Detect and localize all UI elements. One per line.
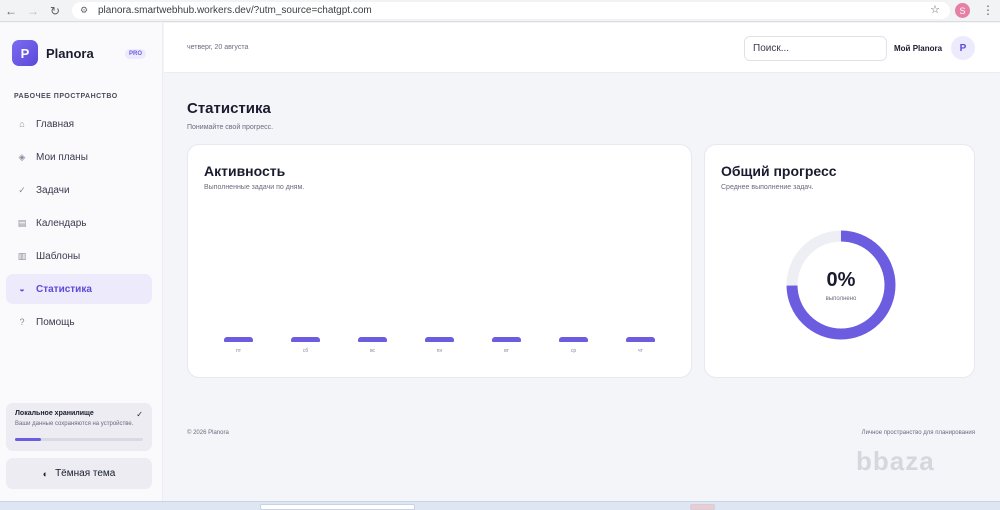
check-icon: ✓ bbox=[136, 410, 143, 419]
brand[interactable]: P Planora bbox=[12, 40, 94, 66]
storage-progress-bar bbox=[15, 438, 143, 441]
sidebar-nav: ⌂ Главная ◈ Мои планы ✓ Задачи ▤ Календа… bbox=[6, 109, 152, 340]
search-input[interactable] bbox=[744, 36, 887, 61]
sidebar-item-label: Шаблоны bbox=[36, 250, 81, 262]
browser-toolbar: ← → ↻ ⚙ planora.smartwebhub.workers.dev/… bbox=[0, 0, 1000, 22]
top-bar: четверг, 20 августа Мой Planora P bbox=[164, 23, 1000, 73]
user-name[interactable]: Мой Planora bbox=[894, 44, 942, 53]
activity-title: Активность bbox=[204, 163, 286, 179]
forward-icon[interactable]: → bbox=[22, 0, 44, 22]
activity-day-label: пт bbox=[236, 348, 241, 354]
chart-icon: ◒ bbox=[19, 284, 25, 294]
activity-day-label: вс bbox=[369, 348, 376, 354]
activity-day-label: чт bbox=[638, 348, 643, 354]
progress-title: Общий прогресс bbox=[721, 163, 837, 179]
address-url: planora.smartwebhub.workers.dev/?utm_sou… bbox=[98, 5, 372, 16]
activity-day-label: пн bbox=[436, 348, 443, 354]
activity-day-label: сб bbox=[302, 348, 309, 354]
progress-subtitle: Среднее выполнение задач. bbox=[721, 184, 814, 191]
overall-progress-card: Общий прогресс Среднее выполнение задач.… bbox=[704, 144, 975, 378]
diamond-icon: ◈ bbox=[18, 151, 26, 162]
home-icon: ⌂ bbox=[19, 119, 25, 129]
address-bar[interactable]: ⚙ planora.smartwebhub.workers.dev/?utm_s… bbox=[72, 2, 950, 19]
calendar-icon: ▤ bbox=[17, 217, 27, 228]
taskbar-item[interactable] bbox=[690, 504, 715, 510]
sidebar-item-home[interactable]: ⌂ Главная bbox=[6, 109, 152, 139]
storage-title: Локальное хранилище bbox=[15, 410, 94, 417]
footer-copyright: © 2026 Planora bbox=[187, 430, 229, 436]
template-icon: ▥ bbox=[17, 250, 27, 261]
sidebar-item-help[interactable]: ? Помощь bbox=[6, 307, 152, 337]
activity-bar-0 bbox=[224, 337, 253, 342]
sidebar-item-label: Главная bbox=[36, 118, 75, 130]
sidebar-item-plans[interactable]: ◈ Мои планы bbox=[6, 142, 152, 172]
dark-theme-label: Тёмная тема bbox=[55, 468, 116, 479]
brand-name: Planora bbox=[46, 45, 94, 61]
sidebar: P Planora PRO РАБОЧЕЕ ПРОСТРАНСТВО ⌂ Гла… bbox=[0, 23, 163, 501]
sidebar-item-calendar[interactable]: ▤ Календарь bbox=[6, 208, 152, 238]
sidebar-item-label: Статистика bbox=[36, 283, 92, 295]
footer-tagline: Личное пространство для планирования bbox=[861, 430, 975, 436]
activity-bar-3 bbox=[425, 337, 454, 342]
activity-day-label: вт bbox=[504, 348, 509, 354]
watermark: bbaza bbox=[856, 446, 935, 476]
sidebar-item-label: Календарь bbox=[36, 217, 87, 229]
progress-value: 0% bbox=[826, 269, 856, 291]
activity-subtitle: Выполненные задачи по дням. bbox=[204, 184, 305, 191]
current-date: четверг, 20 августа bbox=[187, 44, 249, 51]
sidebar-item-templates[interactable]: ▥ Шаблоны bbox=[6, 241, 152, 271]
reload-icon[interactable]: ↻ bbox=[44, 0, 66, 22]
check-icon: ✓ bbox=[18, 184, 26, 195]
help-icon: ? bbox=[19, 317, 25, 327]
browser-menu-icon[interactable]: ⋮ bbox=[982, 3, 994, 17]
storage-description: Ваши данные сохраняются на устройстве. bbox=[15, 421, 134, 427]
page-subtitle: Понимайте свой прогресс. bbox=[187, 124, 274, 131]
sidebar-item-tasks[interactable]: ✓ Задачи bbox=[6, 175, 152, 205]
activity-bar-2 bbox=[358, 337, 387, 342]
site-info-icon[interactable]: ⚙ bbox=[80, 5, 92, 16]
sidebar-item-label: Мои планы bbox=[36, 151, 88, 163]
storage-progress-fill bbox=[15, 438, 41, 441]
half-circle-icon: ◐ bbox=[42, 468, 49, 479]
taskbar-item[interactable] bbox=[260, 504, 415, 510]
local-storage-card: Локальное хранилище ✓ Ваши данные сохран… bbox=[6, 403, 152, 451]
activity-card: Активность Выполненные задачи по дням. п… bbox=[187, 144, 692, 378]
activity-bar-1 bbox=[291, 337, 320, 342]
back-icon[interactable]: ← bbox=[0, 0, 22, 22]
os-taskbar bbox=[0, 501, 1000, 510]
activity-bar-6 bbox=[626, 337, 655, 342]
activity-bar-4 bbox=[492, 337, 521, 342]
page-title: Статистика bbox=[187, 100, 271, 117]
bookmark-star-icon[interactable]: ☆ bbox=[930, 3, 940, 16]
sidebar-item-statistics[interactable]: ◒ Статистика bbox=[6, 274, 152, 304]
dark-theme-button[interactable]: ◐ Тёмная тема bbox=[6, 458, 152, 489]
browser-profile-avatar[interactable]: S bbox=[955, 3, 970, 18]
avatar[interactable]: P bbox=[951, 36, 975, 60]
sidebar-section-title: РАБОЧЕЕ ПРОСТРАНСТВО bbox=[14, 93, 118, 100]
progress-caption: выполнено bbox=[825, 296, 857, 302]
activity-day-label: ср bbox=[570, 348, 577, 354]
brand-logo: P bbox=[12, 40, 38, 66]
sidebar-item-label: Помощь bbox=[36, 316, 75, 328]
pro-badge: PRO bbox=[125, 49, 147, 59]
activity-bar-5 bbox=[559, 337, 588, 342]
sidebar-item-label: Задачи bbox=[36, 184, 70, 196]
